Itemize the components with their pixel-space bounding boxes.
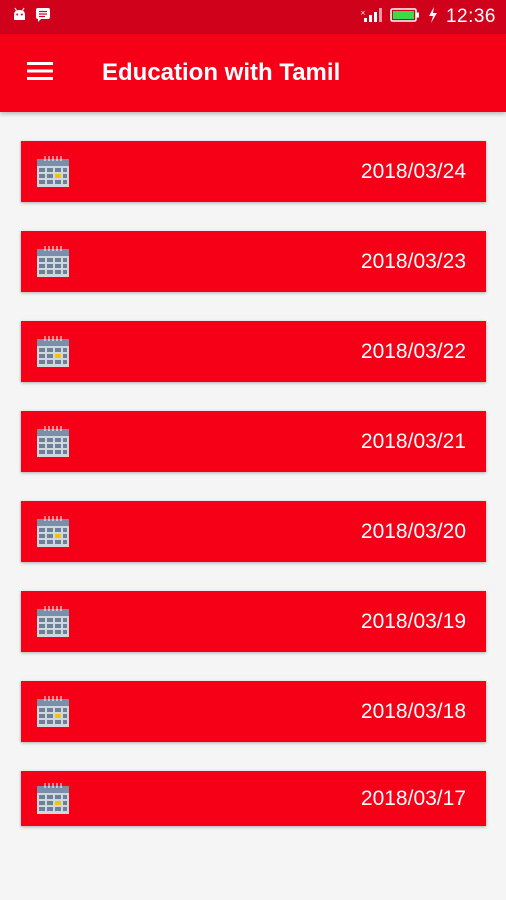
date-list: 2018/03/24 2018/03/23 2018/03/22 2018/03… (21, 141, 486, 855)
calendar-icon (35, 514, 71, 550)
app-bar: Education with Tamil (0, 34, 506, 112)
battery-icon (390, 7, 420, 28)
calendar-icon (35, 424, 71, 460)
date-label: 2018/03/20 (360, 519, 466, 543)
calendar-icon (35, 334, 71, 370)
date-label: 2018/03/24 (360, 159, 466, 183)
date-list-item[interactable]: 2018/03/19 (21, 591, 486, 652)
android-icon (12, 7, 27, 27)
date-label: 2018/03/21 (360, 429, 466, 453)
date-label: 2018/03/23 (360, 249, 466, 273)
date-list-item[interactable]: 2018/03/23 (21, 231, 486, 292)
hamburger-menu-icon (27, 61, 53, 86)
svg-text:×: × (360, 9, 366, 17)
date-list-item[interactable]: 2018/03/20 (21, 501, 486, 562)
status-time: 12:36 (445, 6, 496, 27)
menu-button[interactable] (0, 34, 80, 112)
date-label: 2018/03/19 (360, 609, 466, 633)
status-notifications (12, 7, 51, 28)
date-list-item[interactable]: 2018/03/17 (21, 771, 486, 826)
message-icon (35, 7, 51, 28)
status-bar: × 12:36 (0, 0, 506, 34)
calendar-icon (35, 781, 71, 817)
date-list-item[interactable]: 2018/03/18 (21, 681, 486, 742)
calendar-icon (35, 154, 71, 190)
page-title: Education with Tamil (102, 59, 341, 86)
calendar-icon (35, 694, 71, 730)
date-label: 2018/03/18 (360, 699, 466, 723)
calendar-icon (35, 604, 71, 640)
signal-icon: × (360, 7, 382, 28)
calendar-icon (35, 244, 71, 280)
status-system: × 12:36 (360, 6, 496, 28)
date-list-item[interactable]: 2018/03/24 (21, 141, 486, 202)
date-label: 2018/03/22 (360, 339, 466, 363)
date-list-item[interactable]: 2018/03/21 (21, 411, 486, 472)
date-list-item[interactable]: 2018/03/22 (21, 321, 486, 382)
charging-icon (428, 6, 438, 28)
date-label: 2018/03/17 (360, 786, 466, 810)
